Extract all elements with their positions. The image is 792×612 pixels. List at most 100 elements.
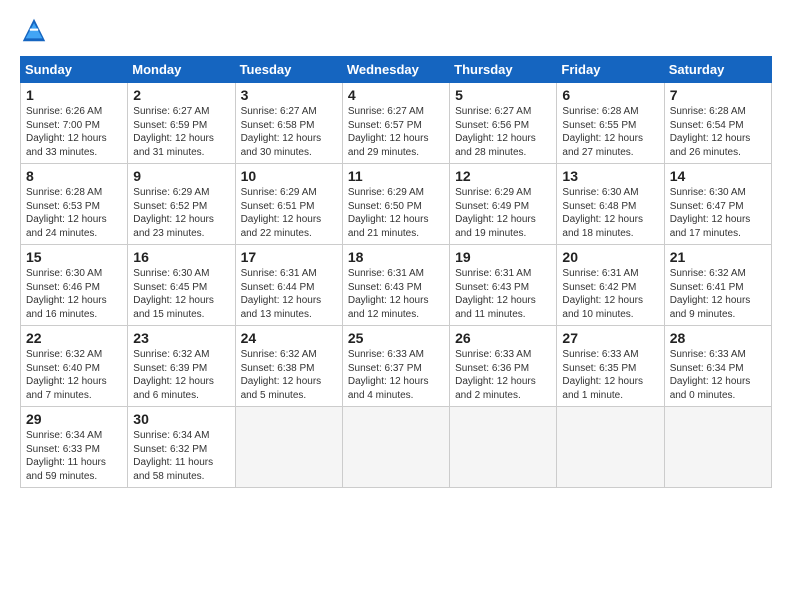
day-number: 18 [348,249,444,265]
calendar-header-row: SundayMondayTuesdayWednesdayThursdayFrid… [21,57,772,83]
day-info: Sunrise: 6:31 AM Sunset: 6:43 PM Dayligh… [348,267,444,321]
day-number: 10 [241,168,337,184]
calendar-header-monday: Monday [128,57,235,83]
calendar-week-2: 8 Sunrise: 6:28 AM Sunset: 6:53 PM Daylig… [21,164,772,245]
calendar-cell: 29Sunrise: 6:34 AM Sunset: 6:33 PM Dayli… [21,407,128,488]
day-number: 26 [455,330,551,346]
day-number: 1 [26,87,122,103]
day-info: Sunrise: 6:33 AM Sunset: 6:36 PM Dayligh… [455,348,551,402]
day-number: 14 [670,168,766,184]
day-info: Sunrise: 6:31 AM Sunset: 6:43 PM Dayligh… [455,267,551,321]
calendar-cell: 28 Sunrise: 6:33 AM Sunset: 6:34 PM Dayli… [664,326,771,407]
calendar-header-friday: Friday [557,57,664,83]
calendar-cell: 30 Sunrise: 6:34 AM Sunset: 6:32 PM Dayli… [128,407,235,488]
day-number: 11 [348,168,444,184]
day-info: Sunrise: 6:30 AM Sunset: 6:47 PM Dayligh… [670,186,766,240]
day-info: Sunrise: 6:34 AM Sunset: 6:32 PM Dayligh… [133,429,229,483]
day-number: 17 [241,249,337,265]
calendar-cell: 12Sunrise: 6:29 AM Sunset: 6:49 PM Dayli… [450,164,557,245]
day-info: Sunrise: 6:28 AM Sunset: 6:54 PM Dayligh… [670,105,766,159]
calendar-cell: 24 Sunrise: 6:32 AM Sunset: 6:38 PM Dayli… [235,326,342,407]
calendar-week-4: 22Sunrise: 6:32 AM Sunset: 6:40 PM Dayli… [21,326,772,407]
calendar-cell: 14 Sunrise: 6:30 AM Sunset: 6:47 PM Dayli… [664,164,771,245]
calendar-cell: 1 Sunrise: 6:26 AM Sunset: 7:00 PM Daylig… [21,83,128,164]
day-info: Sunrise: 6:33 AM Sunset: 6:35 PM Dayligh… [562,348,658,402]
calendar-cell: 21Sunrise: 6:32 AM Sunset: 6:41 PM Dayli… [664,245,771,326]
calendar-cell: 13 Sunrise: 6:30 AM Sunset: 6:48 PM Dayli… [557,164,664,245]
day-number: 6 [562,87,658,103]
day-info: Sunrise: 6:32 AM Sunset: 6:39 PM Dayligh… [133,348,229,402]
day-info: Sunrise: 6:27 AM Sunset: 6:57 PM Dayligh… [348,105,444,159]
day-info: Sunrise: 6:27 AM Sunset: 6:56 PM Dayligh… [455,105,551,159]
day-number: 9 [133,168,229,184]
day-number: 29 [26,411,122,427]
day-info: Sunrise: 6:33 AM Sunset: 6:37 PM Dayligh… [348,348,444,402]
day-number: 2 [133,87,229,103]
day-info: Sunrise: 6:33 AM Sunset: 6:34 PM Dayligh… [670,348,766,402]
calendar-week-3: 15 Sunrise: 6:30 AM Sunset: 6:46 PM Dayli… [21,245,772,326]
day-number: 5 [455,87,551,103]
main-container: SundayMondayTuesdayWednesdayThursdayFrid… [0,0,792,498]
calendar-cell: 2 Sunrise: 6:27 AM Sunset: 6:59 PM Daylig… [128,83,235,164]
day-info: Sunrise: 6:32 AM Sunset: 6:41 PM Dayligh… [670,267,766,321]
calendar-cell: 5 Sunrise: 6:27 AM Sunset: 6:56 PM Daylig… [450,83,557,164]
day-info: Sunrise: 6:29 AM Sunset: 6:49 PM Dayligh… [455,186,551,240]
day-number: 7 [670,87,766,103]
day-info: Sunrise: 6:31 AM Sunset: 6:44 PM Dayligh… [241,267,337,321]
day-number: 20 [562,249,658,265]
calendar-cell: 19 Sunrise: 6:31 AM Sunset: 6:43 PM Dayli… [450,245,557,326]
calendar-header-tuesday: Tuesday [235,57,342,83]
calendar-cell: 6Sunrise: 6:28 AM Sunset: 6:55 PM Daylig… [557,83,664,164]
calendar-header-saturday: Saturday [664,57,771,83]
calendar-header-wednesday: Wednesday [342,57,449,83]
day-number: 30 [133,411,229,427]
calendar-cell: 23Sunrise: 6:32 AM Sunset: 6:39 PM Dayli… [128,326,235,407]
calendar-cell: 15 Sunrise: 6:30 AM Sunset: 6:46 PM Dayli… [21,245,128,326]
calendar-cell [557,407,664,488]
day-number: 24 [241,330,337,346]
day-info: Sunrise: 6:30 AM Sunset: 6:45 PM Dayligh… [133,267,229,321]
day-number: 4 [348,87,444,103]
calendar-cell: 25 Sunrise: 6:33 AM Sunset: 6:37 PM Dayli… [342,326,449,407]
calendar-cell [450,407,557,488]
day-info: Sunrise: 6:30 AM Sunset: 6:48 PM Dayligh… [562,186,658,240]
logo-icon [20,16,48,44]
calendar-cell [664,407,771,488]
calendar-cell: 26 Sunrise: 6:33 AM Sunset: 6:36 PM Dayli… [450,326,557,407]
day-number: 28 [670,330,766,346]
day-info: Sunrise: 6:27 AM Sunset: 6:58 PM Dayligh… [241,105,337,159]
calendar-week-5: 29Sunrise: 6:34 AM Sunset: 6:33 PM Dayli… [21,407,772,488]
day-number: 19 [455,249,551,265]
logo [20,16,52,44]
day-info: Sunrise: 6:30 AM Sunset: 6:46 PM Dayligh… [26,267,122,321]
day-info: Sunrise: 6:32 AM Sunset: 6:38 PM Dayligh… [241,348,337,402]
calendar-header-sunday: Sunday [21,57,128,83]
calendar-cell: 16 Sunrise: 6:30 AM Sunset: 6:45 PM Dayli… [128,245,235,326]
day-number: 15 [26,249,122,265]
day-info: Sunrise: 6:26 AM Sunset: 7:00 PM Dayligh… [26,105,122,159]
header [20,16,772,44]
calendar-cell [342,407,449,488]
day-number: 8 [26,168,122,184]
calendar-cell: 22Sunrise: 6:32 AM Sunset: 6:40 PM Dayli… [21,326,128,407]
day-number: 13 [562,168,658,184]
calendar-header-thursday: Thursday [450,57,557,83]
day-number: 16 [133,249,229,265]
calendar-cell: 11 Sunrise: 6:29 AM Sunset: 6:50 PM Dayli… [342,164,449,245]
calendar-cell: 20 Sunrise: 6:31 AM Sunset: 6:42 PM Dayli… [557,245,664,326]
calendar-cell: 17 Sunrise: 6:31 AM Sunset: 6:44 PM Dayli… [235,245,342,326]
calendar-cell: 18 Sunrise: 6:31 AM Sunset: 6:43 PM Dayli… [342,245,449,326]
day-number: 3 [241,87,337,103]
calendar-cell: 4 Sunrise: 6:27 AM Sunset: 6:57 PM Daylig… [342,83,449,164]
day-info: Sunrise: 6:28 AM Sunset: 6:53 PM Dayligh… [26,186,122,240]
day-info: Sunrise: 6:32 AM Sunset: 6:40 PM Dayligh… [26,348,122,402]
calendar-cell: 7 Sunrise: 6:28 AM Sunset: 6:54 PM Daylig… [664,83,771,164]
calendar-cell [235,407,342,488]
day-info: Sunrise: 6:31 AM Sunset: 6:42 PM Dayligh… [562,267,658,321]
day-info: Sunrise: 6:27 AM Sunset: 6:59 PM Dayligh… [133,105,229,159]
calendar-cell: 9 Sunrise: 6:29 AM Sunset: 6:52 PM Daylig… [128,164,235,245]
day-info: Sunrise: 6:29 AM Sunset: 6:52 PM Dayligh… [133,186,229,240]
day-number: 25 [348,330,444,346]
day-info: Sunrise: 6:29 AM Sunset: 6:50 PM Dayligh… [348,186,444,240]
day-number: 27 [562,330,658,346]
